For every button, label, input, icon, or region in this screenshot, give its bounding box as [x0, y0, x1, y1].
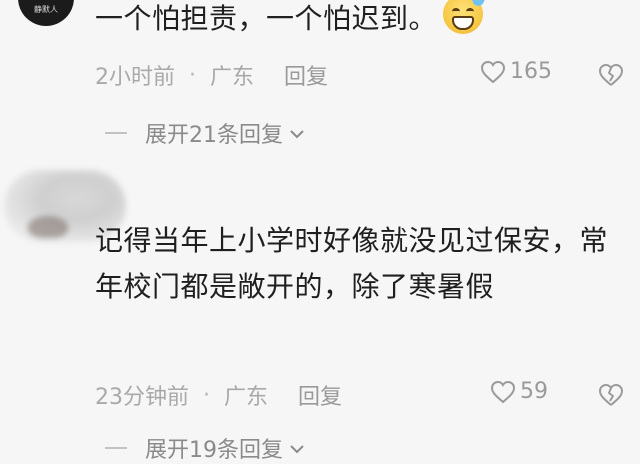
comment-time: 23分钟前 [95, 385, 189, 410]
broken-heart-icon [598, 63, 624, 87]
dislike-button[interactable] [598, 383, 624, 407]
expand-replies-label: 展开21条回复 [145, 123, 283, 148]
meta-separator: · [203, 382, 210, 408]
like-button[interactable]: 59 [490, 379, 548, 404]
chevron-down-icon [289, 121, 305, 146]
grinning-sweat-emoji-icon [443, 0, 488, 34]
chevron-down-icon [289, 436, 305, 461]
comment-location: 广东 [224, 385, 269, 410]
like-button[interactable]: 165 [480, 59, 552, 84]
expand-replies-label: 展开19条回复 [145, 438, 283, 463]
like-count: 59 [520, 379, 548, 404]
divider [105, 447, 127, 449]
avatar-label: 静默人 [34, 5, 58, 14]
reply-button[interactable]: 回复 [298, 379, 342, 411]
meta-separator: · [189, 62, 196, 88]
expand-replies-button[interactable]: 展开21条回复 [105, 117, 305, 149]
comment-meta: 2小时前 · 广东 回复 [95, 59, 328, 91]
avatar[interactable]: 静默人 [18, 0, 74, 26]
comment-location: 广东 [210, 65, 255, 90]
heart-icon [480, 60, 506, 84]
comment-text: 一个怕担责，一个怕迟到。 [95, 0, 488, 42]
expand-replies-button[interactable]: 展开19条回复 [105, 432, 305, 464]
divider [105, 132, 127, 134]
comment-text: 记得当年上小学时好像就没见过保安，常年校门都是敞开的，除了寒暑假 [95, 224, 609, 303]
comment-time: 2小时前 [95, 65, 175, 90]
heart-icon [490, 380, 516, 404]
dislike-button[interactable] [598, 63, 624, 87]
like-count: 165 [510, 59, 552, 84]
comment-body: 一个怕担责，一个怕迟到。 [95, 2, 438, 35]
broken-heart-icon [598, 383, 624, 407]
comment-meta: 23分钟前 · 广东 回复 [95, 379, 342, 411]
reply-button[interactable]: 回复 [284, 59, 328, 91]
